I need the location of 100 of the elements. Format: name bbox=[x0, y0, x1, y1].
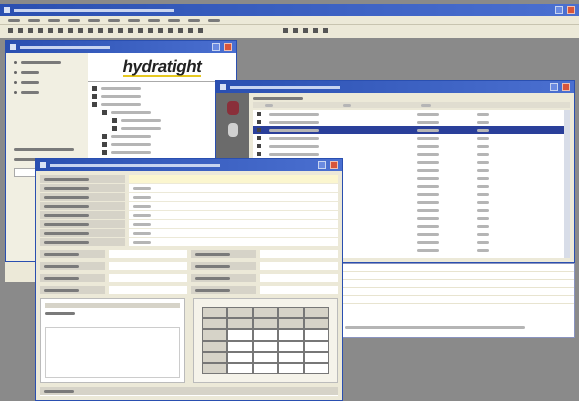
grid-cell bbox=[252, 307, 278, 318]
blurred-label bbox=[14, 148, 74, 151]
blurred-label bbox=[343, 104, 351, 106]
close-icon[interactable] bbox=[567, 6, 575, 14]
input-field[interactable] bbox=[260, 250, 338, 258]
input-field[interactable] bbox=[129, 229, 338, 237]
maximize-icon[interactable] bbox=[555, 6, 563, 14]
input-field[interactable] bbox=[129, 202, 338, 210]
blurred-label bbox=[44, 264, 79, 268]
blurred-label bbox=[168, 18, 180, 22]
blurred-label bbox=[21, 61, 61, 64]
blurred-label bbox=[68, 18, 80, 22]
close-icon[interactable] bbox=[224, 43, 232, 51]
blurred-label bbox=[148, 18, 160, 22]
radio-icon[interactable] bbox=[14, 81, 17, 84]
input-field[interactable] bbox=[129, 220, 338, 228]
blurred-label bbox=[28, 18, 40, 22]
blurred-label bbox=[417, 112, 439, 116]
blurred-label bbox=[111, 135, 151, 138]
blurred-label bbox=[269, 112, 319, 116]
blurred-label bbox=[269, 144, 319, 148]
grid-cell bbox=[227, 329, 253, 340]
blurred-label bbox=[421, 104, 431, 106]
grid-cell bbox=[202, 362, 228, 374]
input-field[interactable] bbox=[129, 211, 338, 219]
app-icon bbox=[10, 44, 16, 50]
list-row[interactable] bbox=[253, 126, 564, 134]
app-icon bbox=[40, 162, 46, 168]
blurred-label bbox=[133, 214, 151, 216]
blurred-label bbox=[417, 224, 439, 228]
blurred-label bbox=[133, 222, 151, 226]
grid-cell bbox=[304, 318, 329, 330]
blurred-label bbox=[133, 232, 151, 234]
blurred-label bbox=[111, 111, 151, 114]
app-icon bbox=[220, 84, 226, 90]
blurred-label bbox=[477, 120, 489, 124]
grid-cell bbox=[252, 329, 278, 340]
blurred-label bbox=[417, 152, 439, 156]
blurred-label bbox=[45, 312, 75, 315]
input-field[interactable] bbox=[109, 262, 187, 270]
blurred-label bbox=[417, 200, 439, 204]
blurred-label bbox=[44, 232, 89, 234]
grid-cell bbox=[227, 352, 253, 363]
input-field[interactable] bbox=[109, 250, 187, 258]
blurred-label bbox=[417, 136, 439, 140]
blurred-label bbox=[21, 71, 39, 74]
blurred-label bbox=[44, 214, 89, 216]
grid-cell bbox=[252, 318, 278, 330]
input-field[interactable] bbox=[109, 286, 187, 294]
input-field[interactable] bbox=[129, 175, 338, 183]
grid-cell bbox=[278, 352, 304, 363]
close-icon[interactable] bbox=[330, 161, 338, 169]
blurred-label bbox=[477, 136, 489, 140]
blurred-label bbox=[477, 160, 489, 164]
maximize-icon[interactable] bbox=[212, 43, 220, 51]
blurred-label bbox=[417, 216, 439, 220]
blurred-label bbox=[44, 222, 89, 226]
close-icon[interactable] bbox=[562, 83, 570, 91]
blurred-label bbox=[417, 232, 439, 236]
blurred-label bbox=[477, 248, 489, 252]
grid-cell bbox=[278, 362, 304, 374]
blurred-label bbox=[44, 240, 89, 244]
maximize-icon[interactable] bbox=[318, 161, 326, 169]
blurred-label bbox=[195, 288, 230, 292]
blurred-label bbox=[477, 224, 489, 228]
input-field[interactable] bbox=[260, 274, 338, 282]
radio-icon[interactable] bbox=[14, 61, 17, 64]
grid-cell bbox=[202, 318, 228, 330]
blurred-label bbox=[121, 127, 161, 130]
blurred-label bbox=[417, 144, 439, 148]
hydratight-logo: hydratight bbox=[122, 58, 202, 76]
input-field[interactable] bbox=[109, 274, 187, 282]
maximize-icon[interactable] bbox=[550, 83, 558, 91]
grid-cell bbox=[202, 307, 228, 318]
radio-icon[interactable] bbox=[14, 71, 17, 74]
blurred-label bbox=[477, 168, 489, 172]
radio-icon[interactable] bbox=[14, 91, 17, 94]
input-field[interactable] bbox=[129, 193, 338, 201]
blurred-label bbox=[44, 186, 89, 190]
blurred-label bbox=[417, 128, 439, 132]
blurred-label bbox=[195, 264, 230, 268]
input-field[interactable] bbox=[129, 238, 338, 246]
input-field[interactable] bbox=[260, 286, 338, 294]
blurred-label bbox=[48, 18, 60, 22]
input-field[interactable] bbox=[129, 184, 338, 192]
scrollbar[interactable] bbox=[564, 110, 570, 258]
input-field[interactable] bbox=[260, 262, 338, 270]
blurred-label bbox=[269, 136, 319, 140]
blurred-label bbox=[269, 120, 319, 124]
blurred-label bbox=[417, 240, 439, 244]
blurred-label bbox=[477, 144, 489, 148]
blurred-label bbox=[133, 240, 151, 244]
text-area[interactable] bbox=[45, 327, 180, 378]
blurred-label bbox=[477, 192, 489, 196]
grid-cell bbox=[202, 352, 228, 363]
grid-cell bbox=[278, 340, 304, 352]
grid-cell bbox=[304, 307, 329, 318]
blurred-label bbox=[417, 160, 439, 164]
blurred-label bbox=[265, 104, 273, 106]
blurred-label bbox=[269, 128, 319, 132]
